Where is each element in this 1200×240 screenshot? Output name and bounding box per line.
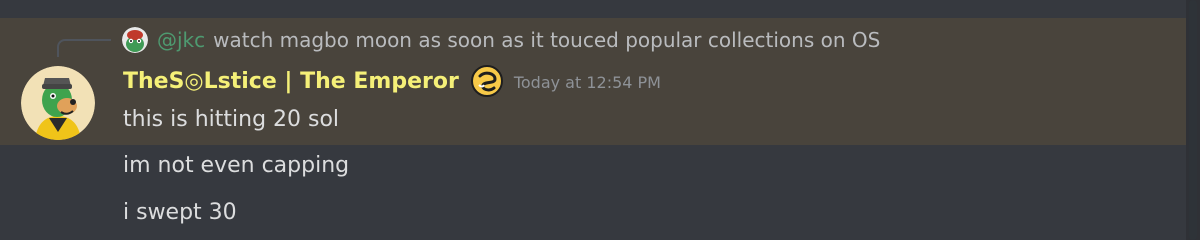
message-header: TheS◎Lstice | The Emperor Today at 12:54…	[123, 63, 661, 99]
scrollbar[interactable]	[1186, 0, 1200, 240]
message-line: i swept 30	[123, 200, 237, 225]
timestamp: Today at 12:54 PM	[513, 73, 661, 92]
username[interactable]: TheS◎Lstice | The Emperor	[123, 69, 459, 94]
message-line: im not even capping	[123, 153, 350, 178]
scrollbar-track[interactable]	[1189, 0, 1197, 240]
reply-avatar-icon[interactable]	[122, 27, 148, 53]
reply-spine	[57, 39, 111, 57]
user-avatar[interactable]	[21, 66, 95, 140]
dog-avatar-icon	[21, 66, 95, 140]
reply-text[interactable]: watch magbo moon as soon as it touced po…	[213, 28, 880, 52]
swirl-badge-icon[interactable]	[470, 65, 503, 97]
reply-reference[interactable]: @jkc watch magbo moon as soon as it touc…	[122, 25, 880, 55]
reply-author[interactable]: @jkc	[157, 28, 205, 52]
chat-view: @jkc watch magbo moon as soon as it touc…	[0, 0, 1200, 240]
message-line: this is hitting 20 sol	[123, 107, 340, 132]
